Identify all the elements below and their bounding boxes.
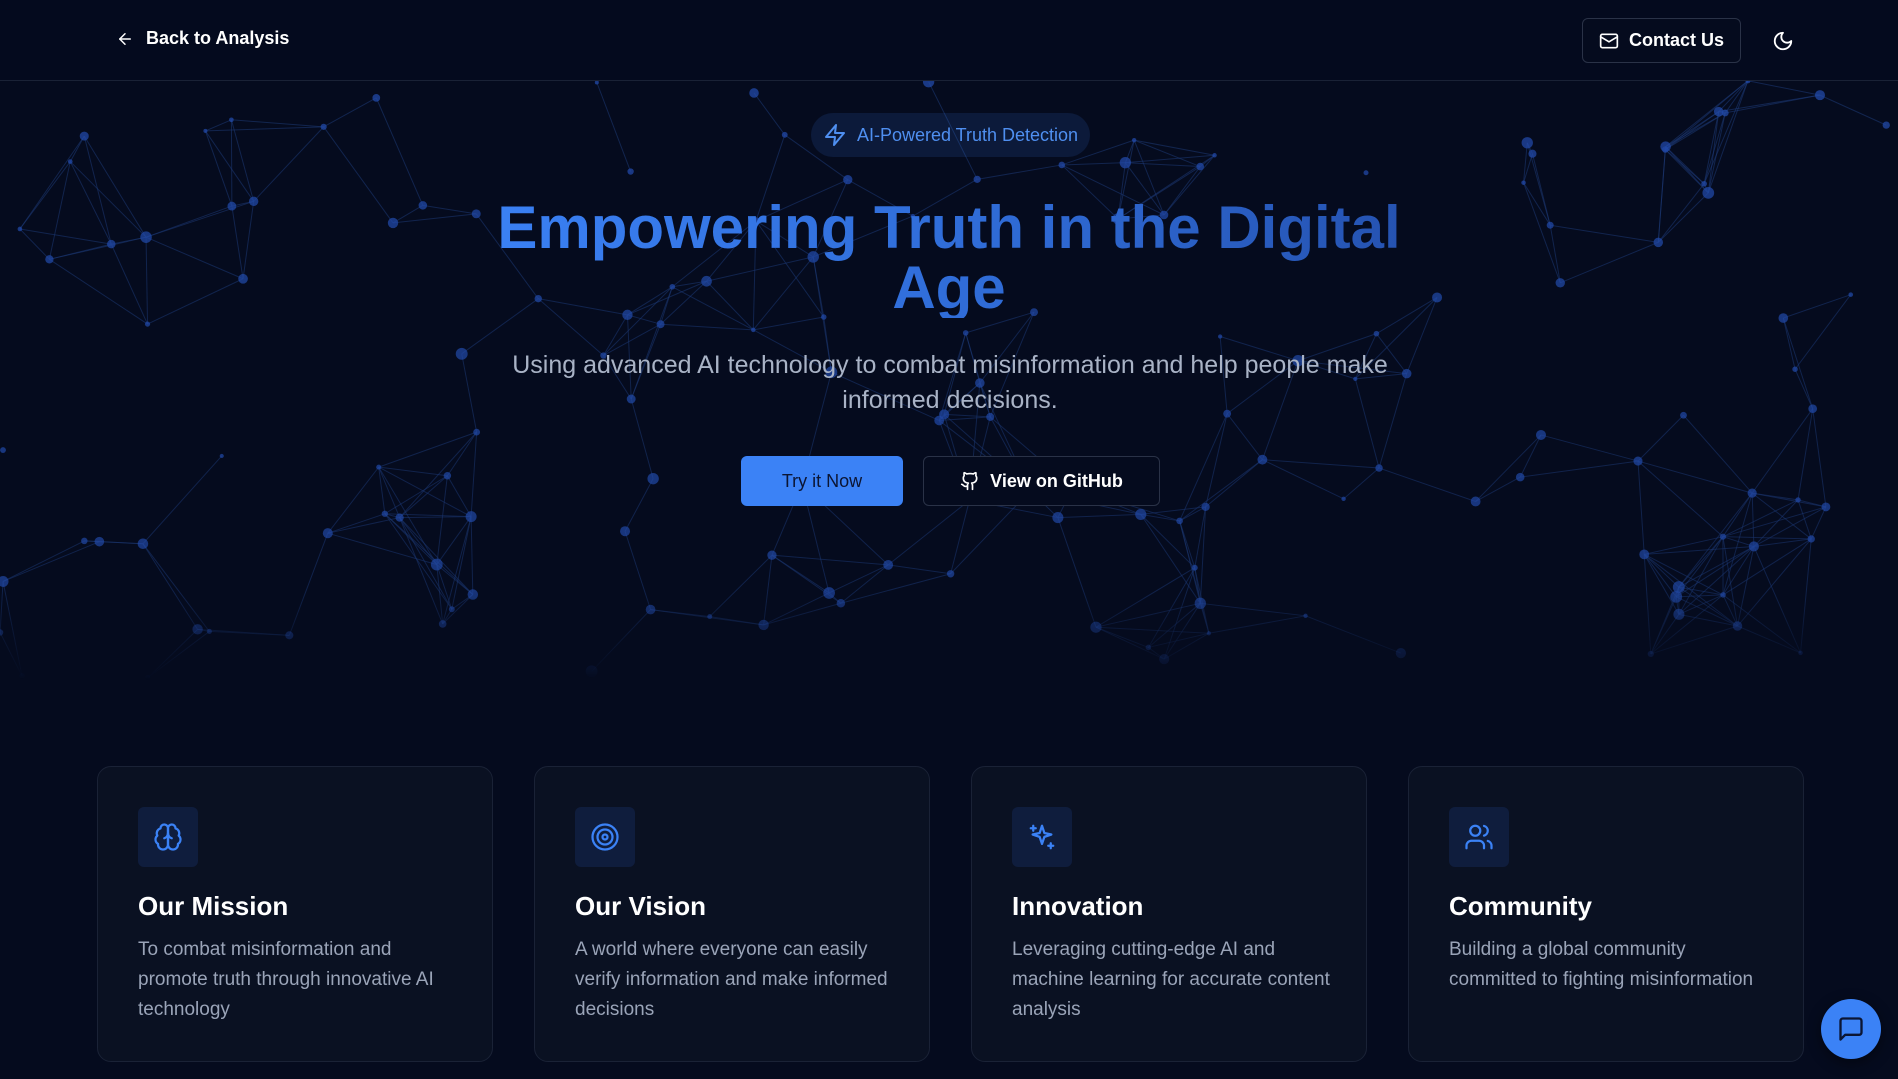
- card-title: Our Vision: [575, 891, 706, 921]
- card-title: Our Mission: [138, 891, 289, 921]
- top-nav: Back to Analysis Contact Us: [0, 0, 1898, 81]
- users-icon: [1465, 824, 1493, 850]
- chat-button[interactable]: [1821, 999, 1881, 1059]
- hero-section: AI-Powered Truth Detection Empowering Tr…: [0, 0, 1898, 680]
- contact-us-button[interactable]: Contact Us: [1582, 18, 1741, 63]
- brain-icon: [154, 823, 182, 851]
- chat-bubble-icon: [1839, 1017, 1863, 1041]
- mission-card: Our Mission To combat misinformation and…: [97, 766, 493, 1062]
- card-icon-box: [138, 807, 198, 867]
- theme-toggle-button[interactable]: [1763, 21, 1803, 61]
- target-icon: [591, 823, 619, 851]
- hero-badge-label: AI-Powered Truth Detection: [856, 124, 1079, 145]
- card-description: To combat misinformation and promote tru…: [138, 939, 434, 1020]
- lightning-icon: [824, 124, 845, 146]
- innovation-card: Innovation Leveraging cutting-edge AI an…: [971, 766, 1367, 1062]
- try-it-now-button[interactable]: Try it Now: [741, 456, 903, 506]
- card-description: Building a global community committed to…: [1449, 939, 1754, 990]
- hero-subtitle: Using advanced AI technology to combat m…: [512, 351, 1388, 414]
- hero-title: Empowering Truth in the Digital Age: [449, 198, 1449, 318]
- back-to-analysis-link[interactable]: Back to Analysis: [116, 28, 289, 49]
- card-title: Community: [1449, 891, 1592, 921]
- moon-icon: [1773, 31, 1793, 51]
- view-on-github-label: View on GitHub: [990, 470, 1123, 491]
- vision-card: Our Vision A world where everyone can ea…: [534, 766, 930, 1062]
- card-icon-box: [575, 807, 635, 867]
- card-icon-box: [1449, 807, 1509, 867]
- sparkles-icon: [1029, 824, 1055, 850]
- about-page: Back to Analysis Contact Us AI-Powered T…: [0, 0, 1898, 1079]
- card-description: A world where everyone can easily verify…: [575, 939, 888, 1020]
- community-card: Community Building a global community co…: [1408, 766, 1804, 1062]
- card-title: Innovation: [1012, 891, 1144, 921]
- arrow-left-icon: [119, 32, 131, 45]
- contact-us-label: Contact Us: [1628, 30, 1724, 50]
- try-it-now-label: Try it Now: [781, 470, 863, 491]
- hero-badge: AI-Powered Truth Detection: [811, 113, 1090, 157]
- mail-icon: [1599, 33, 1619, 48]
- card-description: Leveraging cutting-edge AI and machine l…: [1012, 939, 1330, 1020]
- view-on-github-button[interactable]: View on GitHub: [923, 456, 1160, 506]
- back-link-label: Back to Analysis: [146, 28, 290, 48]
- card-icon-box: [1012, 807, 1072, 867]
- github-icon: [960, 471, 978, 491]
